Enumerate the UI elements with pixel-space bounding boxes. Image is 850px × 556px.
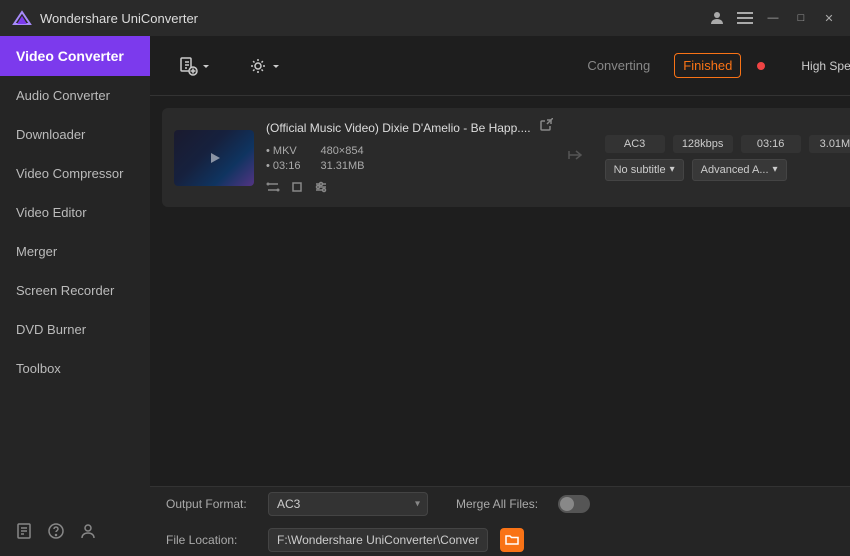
thumb-image: [174, 130, 254, 186]
main-layout: Video Converter Audio Converter Download…: [0, 36, 850, 556]
output-controls-row: No subtitle Advanced A...: [605, 159, 850, 181]
content-area: Converting Finished High Speed Conversio…: [150, 36, 850, 556]
add-file-button[interactable]: [166, 50, 224, 82]
sidebar-item-video-compressor[interactable]: Video Compressor: [0, 154, 150, 193]
effects-icon[interactable]: [314, 180, 328, 197]
close-btn[interactable]: ✕: [820, 9, 838, 27]
tab-finished[interactable]: Finished: [674, 53, 741, 78]
bottom-bar: Output Format: AC3 Merge All Files: Star…: [150, 486, 850, 556]
file-meta: (Official Music Video) Dixie D'Amelio - …: [266, 118, 553, 197]
help-icon[interactable]: [48, 523, 64, 544]
title-bar-controls: — □ ✕: [708, 9, 838, 27]
toolbar: Converting Finished High Speed Conversio…: [150, 36, 850, 96]
minimize-btn[interactable]: —: [764, 9, 782, 27]
output-info-row: AC3 128kbps 03:16 3.01MB: [605, 135, 850, 153]
sidebar-item-dvd-burner[interactable]: DVD Burner: [0, 310, 150, 349]
sidebar-item-downloader[interactable]: Downloader: [0, 115, 150, 154]
output-format-select-wrapper: AC3: [268, 492, 428, 516]
arrow-right-icon: [565, 145, 585, 170]
output-codec: AC3: [605, 135, 665, 153]
external-link-icon[interactable]: [539, 118, 553, 137]
file-title: (Official Music Video) Dixie D'Amelio - …: [266, 121, 531, 135]
merge-files-toggle[interactable]: [558, 495, 590, 513]
high-speed-label: High Speed Conversion: [801, 59, 850, 73]
sidebar-footer: [0, 511, 150, 556]
output-format-label: Output Format:: [166, 497, 256, 511]
output-bitrate: 128kbps: [673, 135, 733, 153]
sidebar: Video Converter Audio Converter Download…: [0, 36, 150, 556]
output-duration: 03:16: [741, 135, 801, 153]
advanced-dropdown[interactable]: Advanced A...: [692, 159, 787, 181]
sidebar-item-toolbox[interactable]: Toolbox: [0, 349, 150, 388]
subtitle-dropdown[interactable]: No subtitle: [605, 159, 684, 181]
sidebar-item-video-editor[interactable]: Video Editor: [0, 193, 150, 232]
output-format-select[interactable]: AC3: [268, 492, 428, 516]
merge-files-label: Merge All Files:: [456, 497, 546, 511]
title-bar-title: Wondershare UniConverter: [40, 11, 198, 26]
user-icon-btn[interactable]: [708, 9, 726, 27]
crop-icon[interactable]: [290, 180, 304, 197]
sidebar-item-video-converter[interactable]: Video Converter: [0, 36, 150, 76]
file-item: (Official Music Video) Dixie D'Amelio - …: [162, 108, 850, 207]
trim-icon[interactable]: [266, 180, 280, 197]
file-format-col: • MKV • 03:16: [266, 145, 300, 172]
file-format: • MKV: [266, 145, 300, 157]
sidebar-item-merger[interactable]: Merger: [0, 232, 150, 271]
browse-folder-button[interactable]: [500, 528, 524, 552]
app-logo: [12, 8, 32, 28]
sidebar-item-screen-recorder[interactable]: Screen Recorder: [0, 271, 150, 310]
file-thumbnail: [174, 130, 254, 186]
notification-dot: [757, 62, 765, 70]
menu-icon-btn[interactable]: [736, 9, 754, 27]
title-bar-left: Wondershare UniConverter: [12, 8, 198, 28]
book-icon[interactable]: [16, 523, 32, 544]
file-location-input[interactable]: [268, 528, 488, 552]
maximize-btn[interactable]: □: [792, 9, 810, 27]
account-icon[interactable]: [80, 523, 96, 544]
file-resolution: 480×854: [320, 145, 364, 157]
title-bar: Wondershare UniConverter — □ ✕: [0, 0, 850, 36]
file-info-grid: • MKV • 03:16 480×854 31.31MB: [266, 145, 553, 172]
file-list: (Official Music Video) Dixie D'Amelio - …: [150, 96, 850, 486]
output-size: 3.01MB: [809, 135, 850, 153]
file-location-label: File Location:: [166, 533, 256, 547]
merge-toggle-knob: [560, 497, 574, 511]
toolbar-tabs: Converting Finished: [579, 53, 765, 78]
file-location-row: File Location:: [166, 528, 850, 552]
file-actions: [266, 180, 553, 197]
file-duration: • 03:16: [266, 160, 300, 172]
output-section: AC3 128kbps 03:16 3.01MB No subtitle Adv…: [605, 135, 850, 181]
sidebar-item-audio-converter[interactable]: Audio Converter: [0, 76, 150, 115]
output-format-row: Output Format: AC3 Merge All Files: Star…: [166, 486, 850, 522]
file-size: 31.31MB: [320, 160, 364, 172]
settings-button[interactable]: [236, 50, 294, 82]
file-title-row: (Official Music Video) Dixie D'Amelio - …: [266, 118, 553, 137]
file-resolution-col: 480×854 31.31MB: [320, 145, 364, 172]
tab-converting[interactable]: Converting: [579, 54, 658, 77]
high-speed-area: High Speed Conversion: [801, 56, 850, 76]
